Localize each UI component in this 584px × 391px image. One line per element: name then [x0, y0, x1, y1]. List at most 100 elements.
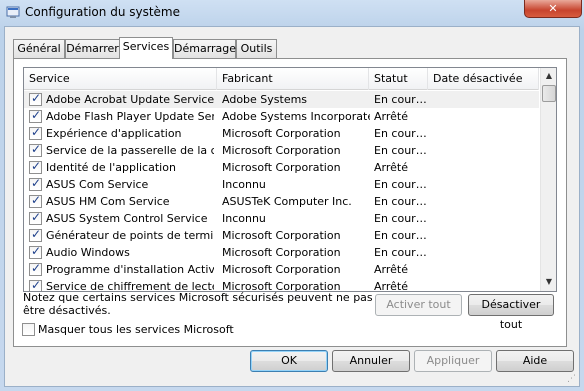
service-checkbox[interactable]: [29, 210, 42, 225]
service-manufacturer: Inconnu: [222, 212, 266, 225]
service-disabled-date: [433, 125, 533, 142]
service-status: Arrêté: [374, 161, 408, 174]
tab-demarrage[interactable]: Démarrage: [173, 39, 236, 58]
service-disabled-date: [433, 278, 533, 291]
services-panel: Service Fabricant Statut Date désactivée…: [13, 58, 567, 347]
title-bar[interactable]: Configuration du système ✕: [0, 0, 584, 26]
close-button[interactable]: ✕: [524, 0, 582, 18]
service-row[interactable]: Identité de l'application Microsoft Corpo…: [24, 159, 539, 176]
ok-button[interactable]: OK: [250, 350, 328, 372]
service-row[interactable]: Adobe Flash Player Update Service Adobe S…: [24, 108, 539, 125]
service-checkbox[interactable]: [29, 91, 42, 106]
service-name: Adobe Flash Player Update Service: [46, 110, 214, 123]
service-status: Arrêté: [374, 280, 408, 292]
service-status: En cour…: [374, 212, 427, 225]
service-manufacturer: Microsoft Corporation: [222, 161, 341, 174]
service-name: Expérience d'application: [46, 127, 182, 140]
service-checkbox[interactable]: [29, 176, 42, 191]
tab-services[interactable]: Services: [119, 37, 173, 59]
service-checkbox[interactable]: [29, 261, 42, 276]
service-checkbox[interactable]: [29, 193, 42, 208]
service-status: En cour…: [374, 246, 427, 259]
service-name: Audio Windows: [46, 246, 130, 259]
service-row[interactable]: Programme d'installation ActiveX… Microso…: [24, 261, 539, 278]
service-manufacturer: Inconnu: [222, 178, 266, 191]
column-header-disabled-date[interactable]: Date désactivée: [428, 68, 539, 90]
service-disabled-date: [433, 210, 533, 227]
service-row[interactable]: Audio Windows Microsoft Corporation En cou…: [24, 244, 539, 261]
service-status: En cour…: [374, 144, 427, 157]
column-header-service[interactable]: Service: [24, 68, 217, 90]
service-disabled-date: [433, 261, 533, 278]
column-header-manufacturer[interactable]: Fabricant: [217, 68, 369, 90]
tab-outils[interactable]: Outils: [236, 39, 277, 58]
services-list[interactable]: Service Fabricant Statut Date désactivée…: [23, 67, 557, 292]
service-name: ASUS System Control Service: [46, 212, 208, 225]
service-disabled-date: [433, 142, 533, 159]
vertical-scrollbar[interactable]: ▲ ▼: [540, 68, 556, 291]
scroll-down-icon[interactable]: ▼: [541, 274, 556, 290]
list-header: Service Fabricant Statut Date désactivée: [24, 68, 539, 90]
apply-button[interactable]: Appliquer: [414, 350, 492, 372]
service-row[interactable]: Service de chiffrement de lecteu… Microso…: [24, 278, 539, 292]
help-button[interactable]: Aide: [496, 350, 574, 372]
service-disabled-date: [433, 108, 533, 125]
service-manufacturer: Microsoft Corporation: [222, 246, 341, 259]
scrollbar-thumb[interactable]: [542, 85, 556, 102]
service-name: Programme d'installation ActiveX…: [46, 263, 214, 276]
service-disabled-date: [433, 244, 533, 261]
microsoft-services-note: Notez que certains services Microsoft sé…: [23, 291, 373, 317]
dialog-client-area: Général Démarrer Services Démarrage Outi…: [4, 26, 580, 387]
column-header-status[interactable]: Statut: [369, 68, 428, 90]
service-name: ASUS Com Service: [46, 178, 149, 191]
enable-all-button[interactable]: Activer tout: [375, 294, 462, 316]
scroll-up-icon[interactable]: ▲: [541, 68, 556, 84]
hide-microsoft-services-box[interactable]: [22, 323, 35, 336]
service-name: Service de chiffrement de lecteu…: [46, 280, 214, 292]
service-name: Générateur de points de termina…: [46, 229, 214, 242]
system-configuration-window: Configuration du système ✕ Général Démar…: [0, 0, 584, 391]
service-row[interactable]: Adobe Acrobat Update Service Adobe System…: [24, 91, 539, 108]
service-row[interactable]: ASUS System Control Service Inconnu En cou…: [24, 210, 539, 227]
service-checkbox[interactable]: [29, 108, 42, 123]
tab-demarrer[interactable]: Démarrer: [65, 39, 120, 58]
window-title: Configuration du système: [25, 5, 180, 19]
service-name: ASUS HM Com Service: [46, 195, 170, 208]
service-row[interactable]: Générateur de points de termina… Microsof…: [24, 227, 539, 244]
service-name: Identité de l'application: [46, 161, 176, 174]
service-disabled-date: [433, 91, 533, 108]
service-status: En cour…: [374, 93, 427, 106]
service-manufacturer: Adobe Systems: [222, 93, 308, 106]
service-status: Arrêté: [374, 263, 408, 276]
disable-all-button[interactable]: Désactiver tout: [468, 294, 554, 331]
service-manufacturer: ASUSTeK Computer Inc.: [222, 195, 352, 208]
service-status: En cour…: [374, 229, 427, 242]
msconfig-icon: [6, 6, 20, 18]
service-name: Service de la passerelle de la co…: [46, 144, 214, 157]
service-manufacturer: Adobe Systems Incorporated: [222, 110, 370, 123]
service-manufacturer: Microsoft Corporation: [222, 127, 341, 140]
cancel-button[interactable]: Annuler: [332, 350, 410, 372]
service-name: Adobe Acrobat Update Service: [46, 93, 214, 106]
service-disabled-date: [433, 193, 533, 210]
service-checkbox[interactable]: [29, 142, 42, 157]
service-manufacturer: Microsoft Corporation: [222, 144, 341, 157]
service-manufacturer: Microsoft Corporation: [222, 280, 341, 292]
services-rows: Adobe Acrobat Update Service Adobe System…: [24, 91, 539, 292]
service-row[interactable]: ASUS Com Service Inconnu En cour…: [24, 176, 539, 193]
tab-general[interactable]: Général: [13, 39, 65, 58]
service-row[interactable]: Expérience d'application Microsoft Corpor…: [24, 125, 539, 142]
hide-microsoft-services-label: Masquer tous les services Microsoft: [38, 323, 234, 336]
service-checkbox[interactable]: [29, 159, 42, 174]
service-checkbox[interactable]: [29, 125, 42, 140]
service-checkbox[interactable]: [29, 227, 42, 242]
service-row[interactable]: ASUS HM Com Service ASUSTeK Computer Inc.…: [24, 193, 539, 210]
service-disabled-date: [433, 227, 533, 244]
resize-grip-icon[interactable]: ⋰: [567, 374, 577, 384]
service-row[interactable]: Service de la passerelle de la co… Micros…: [24, 142, 539, 159]
service-status: En cour…: [374, 178, 427, 191]
service-checkbox[interactable]: [29, 244, 42, 259]
service-status: En cour…: [374, 195, 427, 208]
service-manufacturer: Microsoft Corporation: [222, 263, 341, 276]
service-status: Arrêté: [374, 110, 408, 123]
